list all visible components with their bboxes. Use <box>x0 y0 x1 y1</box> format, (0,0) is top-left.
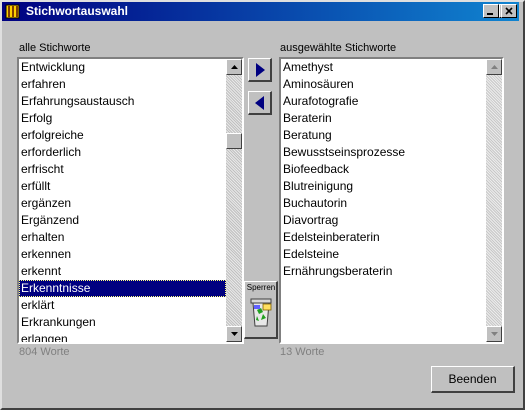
left-list-item[interactable]: erforderlich <box>19 144 226 161</box>
left-word-count: 804 Worte <box>19 346 70 358</box>
close-icon <box>505 7 513 15</box>
title-bar[interactable]: Stichwortauswahl <box>2 2 519 21</box>
right-list-item[interactable]: Aminosäuren <box>281 76 486 93</box>
left-list-item[interactable]: erfolgreiche <box>19 127 226 144</box>
right-word-count: 13 Worte <box>280 346 325 358</box>
left-list-item[interactable]: erfüllt <box>19 178 226 195</box>
minimize-button[interactable] <box>483 4 499 18</box>
left-list-item[interactable]: erkennt <box>19 263 226 280</box>
window-title: Stichwortauswahl <box>26 4 129 18</box>
beenden-label: Beenden <box>448 372 497 386</box>
right-list-item[interactable]: Edelsteine <box>281 246 486 263</box>
right-list-item[interactable]: Buchautorin <box>281 195 486 212</box>
beenden-button[interactable]: Beenden <box>431 366 515 393</box>
left-list-item[interactable]: erkennen <box>19 246 226 263</box>
all-keywords-list[interactable]: Entwicklung erfahren Erfahrungsaustausch Er… <box>17 57 244 344</box>
up-arrow-icon <box>231 65 238 69</box>
left-scroll-up-button[interactable] <box>226 59 242 75</box>
right-scroll-down-button[interactable] <box>486 326 502 342</box>
close-button[interactable] <box>501 4 517 18</box>
arrow-right-icon <box>256 63 265 77</box>
right-list-item[interactable]: Bewusstseinsprozesse <box>281 144 486 161</box>
left-list-item[interactable]: erlangen <box>19 331 226 342</box>
left-list-item[interactable]: erfahren <box>19 76 226 93</box>
right-list-item[interactable]: Beraterin <box>281 110 486 127</box>
left-list-item[interactable]: Ergänzend <box>19 212 226 229</box>
down-arrow-icon <box>231 332 238 336</box>
left-list-item[interactable]: erhalten <box>19 229 226 246</box>
right-scroll-up-button[interactable] <box>486 59 502 75</box>
up-arrow-icon <box>491 65 498 69</box>
right-list-item[interactable]: Blutreinigung <box>281 178 486 195</box>
add-keyword-button[interactable] <box>248 58 272 82</box>
right-list-item[interactable]: Aurafotografie <box>281 93 486 110</box>
down-arrow-icon <box>491 332 498 336</box>
sperren-button[interactable]: Sperren <box>244 281 278 339</box>
dialog-window: Stichwortauswahl alle Stichworte Entwick… <box>0 0 525 410</box>
right-list-item[interactable]: Amethyst <box>281 59 486 76</box>
minimize-icon <box>487 13 493 15</box>
left-scroll-thumb[interactable] <box>226 133 242 149</box>
sperren-label: Sperren <box>246 283 276 292</box>
right-list-item[interactable]: Beratung <box>281 127 486 144</box>
right-list-item[interactable]: Edelsteinberaterin <box>281 229 486 246</box>
remove-keyword-button[interactable] <box>248 91 272 115</box>
left-list-item[interactable]: erfrischt <box>19 161 226 178</box>
right-list-item[interactable]: Diavortrag <box>281 212 486 229</box>
left-list-item[interactable]: Erfolg <box>19 110 226 127</box>
left-list-item[interactable]: ergänzen <box>19 195 226 212</box>
app-icon <box>5 4 20 19</box>
arrow-left-icon <box>255 96 264 110</box>
selected-keywords-list[interactable]: Amethyst Aminosäuren Aurafotografie Berater… <box>279 57 504 344</box>
left-scroll-down-button[interactable] <box>226 326 242 342</box>
recycle-bin-icon <box>248 296 274 339</box>
right-list-item[interactable]: Ernährungsberaterin <box>281 263 486 280</box>
left-list-item[interactable]: Entwicklung <box>19 59 226 76</box>
left-list-item[interactable]: Erfahrungsaustausch <box>19 93 226 110</box>
left-list-item[interactable]: Erkrankungen <box>19 314 226 331</box>
right-scrollbar[interactable] <box>486 59 502 342</box>
left-scrollbar[interactable] <box>226 59 242 342</box>
right-list-label: ausgewählte Stichworte <box>280 42 397 54</box>
left-list-item[interactable]: Erkenntnisse <box>19 280 226 297</box>
left-list-label: alle Stichworte <box>19 42 91 54</box>
left-list-item[interactable]: erklärt <box>19 297 226 314</box>
right-list-item[interactable]: Biofeedback <box>281 161 486 178</box>
